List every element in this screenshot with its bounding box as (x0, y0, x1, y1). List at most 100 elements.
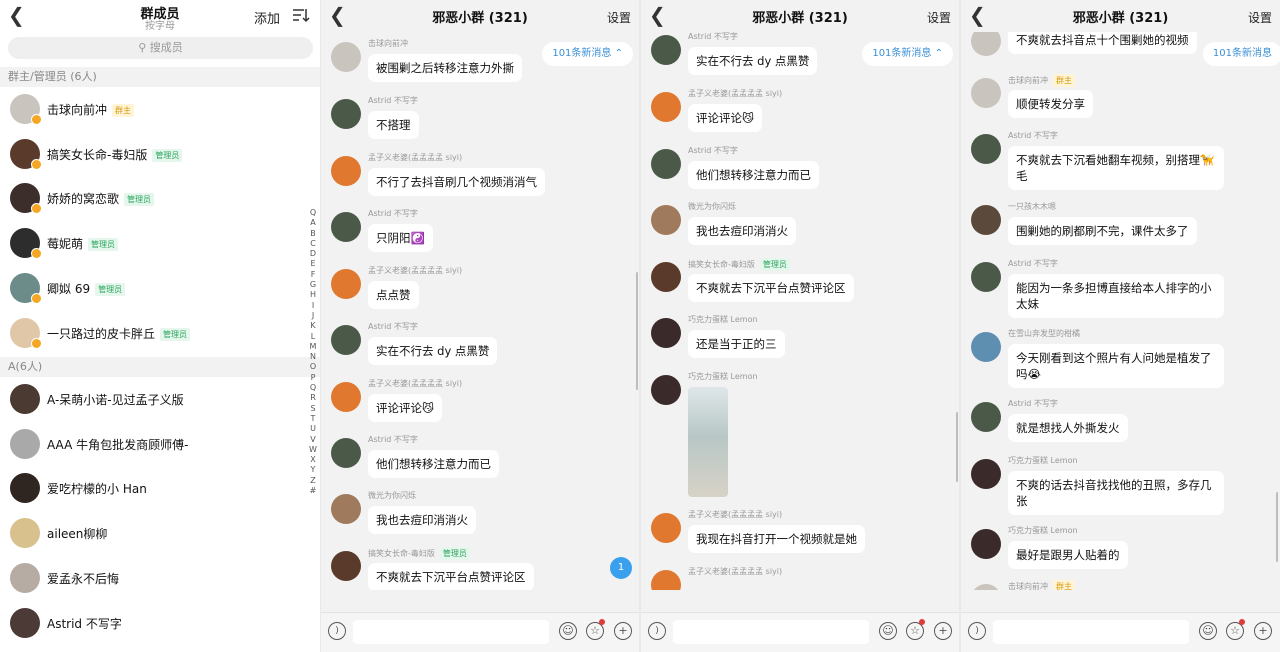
index-letter[interactable]: F (307, 270, 319, 280)
message-bubble[interactable]: 我也去痘印消消火 (688, 217, 796, 245)
emoji-icon[interactable]: ☺ (559, 622, 577, 640)
index-letter[interactable]: # (307, 486, 319, 496)
index-letter[interactable]: C (307, 239, 319, 249)
member-row[interactable]: 卿姒 69 管理员 (0, 267, 310, 311)
index-letter[interactable]: Z (307, 476, 319, 486)
index-letter[interactable]: K (307, 321, 319, 331)
avatar[interactable] (971, 402, 1001, 432)
index-letter[interactable]: Y (307, 465, 319, 475)
message-bubble[interactable]: 不爽就去下沉看她翻车视频，别搭理🦮毛 (1008, 146, 1224, 190)
message-bubble[interactable]: 他们想转移注意力而已 (368, 450, 499, 478)
avatar[interactable] (331, 99, 361, 129)
avatar[interactable] (971, 205, 1001, 235)
avatar[interactable] (971, 78, 1001, 108)
index-letter[interactable]: X (307, 455, 319, 465)
avatar[interactable] (651, 92, 681, 122)
index-letter[interactable]: A (307, 218, 319, 228)
avatar[interactable] (651, 570, 681, 590)
filter-icon[interactable] (292, 6, 310, 24)
avatar[interactable] (971, 262, 1001, 292)
alphabet-index[interactable]: Q A B C D E F G H I J K L M N O P Q R S T U V W X Y Z # (307, 208, 319, 496)
message-bubble[interactable]: 被围剿之后转移注意力外撕 (368, 54, 522, 82)
member-row[interactable]: 莓妮萌 管理员 (0, 222, 310, 266)
plus-icon[interactable]: + (1254, 622, 1272, 640)
settings-button[interactable]: 设置 (1248, 9, 1272, 26)
index-letter[interactable]: S (307, 404, 319, 414)
scrollbar[interactable] (1276, 492, 1278, 562)
member-row[interactable]: 击球向前冲 群主 (0, 88, 310, 132)
voice-icon[interactable]: ) (648, 622, 666, 640)
index-letter[interactable]: L (307, 332, 319, 342)
member-row[interactable]: A-呆萌小诺-见过孟子义版 (0, 378, 310, 422)
scrollbar[interactable] (636, 272, 638, 390)
message-bubble[interactable]: 就是想找人外撕发火 (1008, 414, 1128, 442)
member-row[interactable]: 娇娇的窝恋歌 管理员 (0, 177, 310, 221)
voice-icon[interactable]: ) (968, 622, 986, 640)
settings-button[interactable]: 设置 (927, 9, 951, 26)
avatar[interactable] (331, 551, 361, 581)
index-letter[interactable]: R (307, 393, 319, 403)
message-bubble[interactable]: 顺便转发分享 (1008, 90, 1093, 118)
index-letter[interactable]: J (307, 311, 319, 321)
index-letter[interactable]: N (307, 352, 319, 362)
scrollbar[interactable] (956, 412, 958, 482)
index-letter[interactable]: U (307, 424, 319, 434)
avatar[interactable] (331, 494, 361, 524)
new-messages-pill[interactable]: 101条新消息 ⌃ (542, 42, 633, 66)
message-input[interactable] (353, 620, 549, 644)
index-letter[interactable]: I (307, 301, 319, 311)
index-letter[interactable]: D (307, 249, 319, 259)
avatar[interactable] (651, 35, 681, 65)
index-letter[interactable]: B (307, 229, 319, 239)
message-bubble[interactable]: 他们想转移注意力而已 (688, 161, 819, 189)
plus-icon[interactable]: + (934, 622, 952, 640)
message-bubble[interactable]: 不爽的话去抖音找找他的丑照，多存几张 (1008, 471, 1224, 515)
avatar[interactable] (651, 262, 681, 292)
avatar[interactable] (971, 332, 1001, 362)
avatar[interactable] (651, 513, 681, 543)
message-bubble[interactable]: 不爽就去下沉平台点赞评论区 (688, 274, 854, 302)
plus-icon[interactable]: + (614, 622, 632, 640)
member-search-input[interactable]: ⚲ 搜成员 (8, 37, 313, 59)
avatar[interactable] (331, 42, 361, 72)
message-bubble[interactable]: 还是当于正的三 (688, 330, 785, 358)
avatar[interactable] (331, 212, 361, 242)
index-letter[interactable]: M (307, 342, 319, 352)
message-bubble[interactable]: 今天刚看到这个照片有人问她是植发了吗😭 (1008, 344, 1224, 388)
image-message[interactable] (688, 387, 728, 497)
settings-button[interactable]: 设置 (607, 9, 631, 26)
message-bubble[interactable]: 不爽就去下沉平台点赞评论区 (368, 563, 534, 590)
member-row[interactable]: AAA 牛角包批发商顾师傅- (0, 423, 310, 467)
member-row[interactable]: 一只路过的皮卡胖丘 管理员 (0, 312, 310, 356)
message-bubble[interactable]: 只阴阳☯️ (368, 224, 433, 252)
index-letter[interactable]: T (307, 414, 319, 424)
avatar[interactable] (331, 382, 361, 412)
index-letter[interactable]: Q (307, 208, 319, 218)
message-bubble[interactable]: 最好是跟男人贴着的 (1008, 541, 1128, 569)
avatar[interactable] (651, 318, 681, 348)
index-letter[interactable]: V (307, 435, 319, 445)
message-bubble[interactable]: 我也去痘印消消火 (368, 506, 476, 534)
emoji-icon[interactable]: ☺ (1199, 622, 1217, 640)
add-member-button[interactable]: 添加 (254, 8, 280, 27)
emoji-icon[interactable]: ☺ (879, 622, 897, 640)
avatar[interactable] (331, 156, 361, 186)
avatar[interactable] (971, 134, 1001, 164)
unread-badge[interactable]: 1 (610, 557, 632, 579)
message-bubble[interactable]: 不搭理 (368, 111, 419, 139)
index-letter[interactable]: Q (307, 383, 319, 393)
index-letter[interactable]: G (307, 280, 319, 290)
avatar[interactable] (331, 325, 361, 355)
avatar[interactable] (331, 269, 361, 299)
index-letter[interactable]: W (307, 445, 319, 455)
message-input[interactable] (993, 620, 1189, 644)
message-input[interactable] (673, 620, 869, 644)
message-bubble[interactable]: 实在不行去 dy 点黑赞 (368, 337, 498, 365)
index-letter[interactable]: H (307, 290, 319, 300)
message-list[interactable]: Astrid 不写字 实在不行去 dy 点黑赞 孟子义老婆(孟孟孟孟 siyi) 评论… (641, 0, 959, 590)
member-row[interactable]: 爱吃柠檬的小 Han (0, 467, 310, 511)
avatar[interactable] (971, 529, 1001, 559)
message-bubble[interactable]: 评论评论😼 (688, 104, 762, 132)
message-bubble[interactable]: 围剿她的刷都刷不完，课件太多了 (1008, 217, 1197, 245)
voice-icon[interactable]: ) (328, 622, 346, 640)
